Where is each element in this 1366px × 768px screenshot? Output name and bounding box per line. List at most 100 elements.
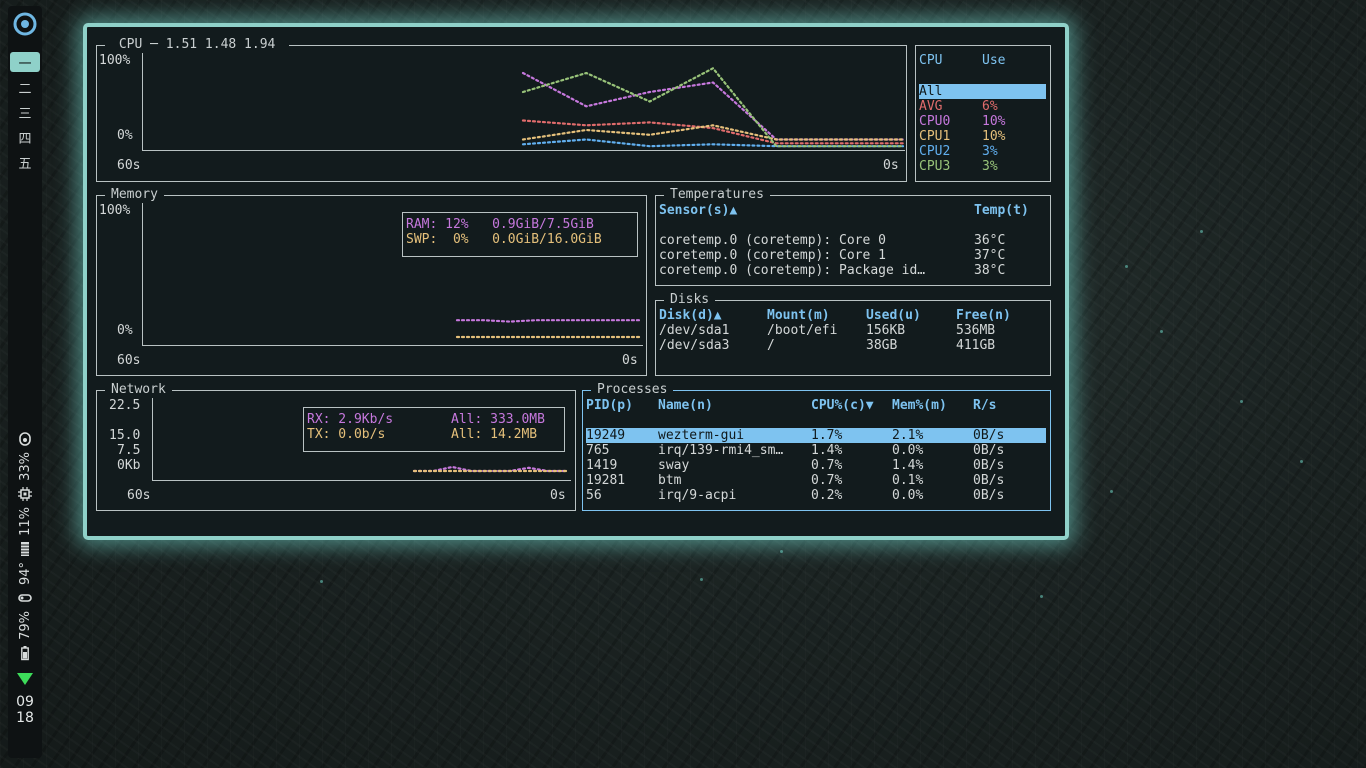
process-row-rs: 0B/s [973, 428, 1005, 443]
disk-row-free: 536MB [956, 323, 996, 338]
process-row-pid[interactable]: 765 [586, 443, 609, 458]
network-rx-rate: RX: 2.9Kb/s [307, 412, 394, 427]
process-row-mem: 0.0% [892, 488, 924, 503]
series-line-cpu0 [521, 71, 905, 141]
memory-icon[interactable] [18, 541, 32, 556]
temperature-icon[interactable] [18, 591, 32, 605]
workspace-2[interactable]: 二 [10, 77, 40, 97]
process-row-rs: 0B/s [973, 443, 1005, 458]
clock: 09 18 [16, 694, 34, 726]
temperatures-panel[interactable]: Temperatures Sensor(s)▲ Temp(t) coretemp… [655, 187, 1051, 286]
network-tx-total: All: 14.2MB [451, 427, 538, 442]
side-bar: 一 二 三 四 五 33% 11% 94° 79% 09 18 [8, 6, 42, 758]
process-row-mem: 2.1% [892, 428, 924, 443]
cpu-legend-use-cpu1: 10% [982, 129, 1006, 144]
cpu-legend-name-cpu0[interactable]: CPU0 [919, 114, 950, 129]
cpu-legend-use-cpu3: 3% [982, 159, 998, 174]
temperature-row-value: 37°C [974, 248, 1006, 263]
process-row-cpu: 1.4% [811, 443, 843, 458]
network-rx-total: All: 333.0MB [451, 412, 545, 427]
disk-row-mount: /boot/efi [767, 323, 838, 338]
disk-row-used: 156KB [866, 323, 906, 338]
process-row-rs: 0B/s [973, 488, 1005, 503]
volume-icon[interactable] [18, 432, 32, 446]
disk-row-device[interactable]: /dev/sda3 [659, 338, 729, 353]
process-row-rs: 0B/s [973, 458, 1005, 473]
launcher-logo-icon[interactable] [13, 12, 37, 36]
cpu-legend-panel[interactable]: CPU Use All AVG 6% CPU0 10% CPU1 10% CPU2 3% CPU… [915, 45, 1051, 182]
temperatures-header-sensor[interactable]: Sensor(s)▲ [659, 203, 737, 218]
disk-row-free: 411GB [956, 338, 996, 353]
workspace-3[interactable]: 三 [10, 102, 40, 122]
network-panel[interactable]: Network 22.5 15.0 7.5 0Kb 60s 0s RX: 2.9… [96, 382, 576, 511]
cpu-legend-all-label: All [919, 84, 943, 99]
processes-header-cpu[interactable]: CPU%(c)▼ [811, 398, 874, 413]
cpu-icon[interactable] [18, 486, 32, 501]
temperatures-header-temp[interactable]: Temp(t) [974, 203, 1029, 218]
process-row-rs: 0B/s [973, 473, 1005, 488]
processes-header-mem[interactable]: Mem%(m) [892, 398, 947, 413]
cpu-legend-row-all[interactable]: All [919, 84, 1046, 99]
cpu-value: 11% [17, 506, 33, 536]
cpu-panel[interactable]: CPU ─ 1.51 1.48 1.94 100% 0% 60s 0s [96, 37, 907, 182]
disks-header-free[interactable]: Free(n) [956, 308, 1011, 323]
volume-value: 33% [17, 452, 33, 481]
disk-row-device[interactable]: /dev/sda1 [659, 323, 729, 338]
processes-header-rs[interactable]: R/s [973, 398, 996, 413]
temperature-row-sensor[interactable]: coretemp.0 (coretemp): Package id… [659, 263, 925, 278]
cpu-legend-header-cpu: CPU [919, 53, 943, 68]
process-row-cpu: 0.2% [811, 488, 843, 503]
series-line-ram [455, 319, 643, 323]
temperature-row-sensor[interactable]: coretemp.0 (coretemp): Core 1 [659, 248, 886, 263]
disks-header-mount[interactable]: Mount(m) [767, 308, 830, 323]
process-row-mem: 0.1% [892, 473, 924, 488]
processes-panel-title: Processes [591, 382, 674, 398]
wifi-icon[interactable] [17, 672, 33, 686]
process-row-pid[interactable]: 1419 [586, 458, 617, 473]
disks-header-disk[interactable]: Disk(d)▲ [659, 308, 722, 323]
processes-header-pid[interactable]: PID(p) [586, 398, 633, 413]
battery-icon[interactable] [18, 645, 32, 660]
cpu-legend-use-cpu2: 3% [982, 144, 998, 159]
process-row-pid[interactable]: 19249 [586, 428, 625, 443]
process-row-cpu: 0.7% [811, 458, 843, 473]
processes-header-name[interactable]: Name(n) [658, 398, 713, 413]
workspace-1[interactable]: 一 [10, 52, 40, 72]
process-row-name[interactable]: irq/9-acpi [658, 488, 736, 503]
temperature-row-sensor[interactable]: coretemp.0 (coretemp): Core 0 [659, 233, 886, 248]
disk-row-used: 38GB [866, 338, 898, 353]
series-line-cpu3 [521, 66, 905, 148]
process-row-name[interactable]: wezterm-gui [658, 428, 744, 443]
workspace-5[interactable]: 五 [10, 152, 40, 172]
cpu-legend-header-use: Use [982, 53, 1006, 68]
process-row-cpu: 0.7% [811, 473, 843, 488]
disks-header-used[interactable]: Used(u) [866, 308, 921, 323]
process-row-pid[interactable]: 19281 [586, 473, 625, 488]
temperature-row-value: 38°C [974, 263, 1006, 278]
process-row-mem: 1.4% [892, 458, 924, 473]
disk-row-mount: / [767, 338, 775, 353]
temperatures-panel-title: Temperatures [664, 187, 770, 203]
process-row-pid[interactable]: 56 [586, 488, 602, 503]
cpu-legend-name-cpu3[interactable]: CPU3 [919, 159, 950, 174]
cpu-chart [521, 66, 905, 148]
workspace-4[interactable]: 四 [10, 127, 40, 147]
terminal-window[interactable]: CPU ─ 1.51 1.48 1.94 100% 0% 60s 0s CPU … [83, 23, 1069, 540]
process-row-name[interactable]: sway [658, 458, 689, 473]
memory-panel[interactable]: Memory 100% 0% 60s 0s RAM: 12% 0.9GiB/7.… [96, 187, 647, 376]
clock-minute: 18 [16, 709, 34, 726]
status-area: 33% 11% 94° 79% 09 18 [8, 432, 42, 726]
cpu-legend-use-cpu0: 10% [982, 114, 1006, 129]
network-legend: RX: 2.9Kb/s All: 333.0MB TX: 0.0b/s All:… [303, 407, 565, 452]
memory-swap-value: SWP: 0% 0.0GiB/16.0GiB [406, 232, 602, 247]
cpu-legend-name-cpu1[interactable]: CPU1 [919, 129, 950, 144]
cpu-legend-use-avg: 6% [982, 99, 998, 114]
cpu-legend-name-avg[interactable]: AVG [919, 99, 942, 114]
process-row-name[interactable]: irq/139-rmi4_sm… [658, 443, 783, 458]
processes-panel[interactable]: Processes PID(p) Name(n) CPU%(c)▼ Mem%(m… [582, 382, 1051, 511]
process-row-name[interactable]: btm [658, 473, 681, 488]
cpu-legend-name-cpu2[interactable]: CPU2 [919, 144, 950, 159]
battery-value: 79% [17, 610, 33, 640]
memory-legend: RAM: 12% 0.9GiB/7.5GiB SWP: 0% 0.0GiB/16… [402, 212, 638, 257]
disks-panel[interactable]: Disks Disk(d)▲ Mount(m) Used(u) Free(n) … [655, 292, 1051, 376]
